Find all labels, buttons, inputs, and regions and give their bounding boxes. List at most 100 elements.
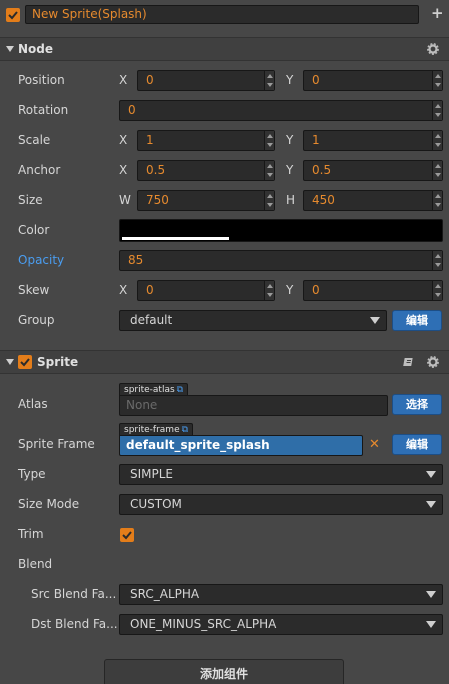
rotation-label: Rotation [18, 103, 69, 117]
scale-y-input[interactable]: 1 [303, 130, 443, 151]
blend-label: Blend [18, 557, 53, 571]
src-blend-label: Src Blend Fa... [31, 587, 117, 601]
opacity-label: Opacity [18, 253, 65, 267]
color-swatch[interactable] [119, 219, 443, 242]
position-y-spinner[interactable] [432, 71, 442, 90]
rotation-input[interactable]: 0 [119, 100, 443, 121]
add-component-button[interactable]: 添加组件 [104, 659, 344, 684]
size-mode-value: CUSTOM [130, 497, 182, 511]
position-label: Position [18, 73, 65, 87]
size-w-spinner[interactable] [264, 191, 274, 210]
sprite-enabled-checkbox[interactable] [18, 355, 32, 369]
external-link-icon[interactable]: ⧉ [182, 425, 188, 435]
group-select[interactable]: default [119, 310, 387, 331]
node-name-input[interactable]: New Sprite(Splash) [25, 5, 419, 24]
sprite-section-title: Sprite [37, 355, 79, 369]
size-w-value: 750 [146, 193, 169, 207]
skew-label: Skew [18, 283, 50, 297]
skew-y-label: Y [286, 283, 294, 297]
trim-checkbox[interactable] [120, 528, 134, 542]
collapse-triangle-icon[interactable] [6, 46, 14, 52]
type-select[interactable]: SIMPLE [119, 464, 443, 485]
anchor-label: Anchor [18, 163, 61, 177]
type-value: SIMPLE [130, 467, 174, 481]
anchor-y-spinner[interactable] [432, 161, 442, 180]
position-x-input[interactable]: 0 [137, 70, 275, 91]
anchor-y-input[interactable]: 0.5 [303, 160, 443, 181]
gear-icon[interactable] [427, 43, 439, 55]
rotation-spinner[interactable] [432, 101, 442, 120]
scale-label: Scale [18, 133, 51, 147]
position-x-label: X [119, 73, 128, 87]
atlas-asset-field[interactable]: sprite-atlas ⧉ None [119, 383, 388, 417]
opacity-input[interactable]: 85 [119, 250, 443, 271]
collapse-triangle-icon[interactable] [6, 359, 14, 365]
dropdown-arrow-icon [426, 471, 436, 478]
sprite-frame-edit-button[interactable]: 编辑 [392, 434, 442, 455]
size-h-spinner[interactable] [432, 191, 442, 210]
position-y-label: Y [286, 73, 294, 87]
skew-y-input[interactable]: 0 [303, 280, 443, 301]
checkmark-icon [8, 11, 18, 20]
anchor-y-value: 0.5 [312, 163, 332, 177]
book-icon[interactable] [403, 356, 415, 368]
group-value: default [130, 313, 173, 327]
external-link-icon[interactable]: ⧉ [177, 385, 183, 395]
position-x-value: 0 [146, 73, 154, 87]
clear-icon[interactable]: ✕ [369, 437, 380, 452]
dropdown-arrow-icon [426, 621, 436, 628]
checkmark-icon [20, 358, 30, 367]
anchor-x-input[interactable]: 0.5 [137, 160, 275, 181]
size-h-input[interactable]: 450 [303, 190, 443, 211]
src-blend-select[interactable]: SRC_ALPHA [119, 584, 443, 605]
atlas-label: Atlas [18, 397, 48, 411]
sprite-frame-value: default_sprite_splash [126, 438, 270, 452]
dst-blend-label: Dst Blend Fa... [31, 617, 118, 631]
atlas-select-button[interactable]: 选择 [392, 394, 442, 415]
scale-y-value: 1 [312, 133, 320, 147]
add-icon[interactable]: + [431, 6, 444, 21]
anchor-y-label: Y [286, 163, 294, 177]
node-section-header[interactable]: Node [0, 37, 449, 61]
size-w-input[interactable]: 750 [137, 190, 275, 211]
gear-icon[interactable] [427, 356, 439, 368]
scale-x-input[interactable]: 1 [137, 130, 275, 151]
src-blend-value: SRC_ALPHA [130, 587, 200, 601]
scale-x-value: 1 [146, 133, 154, 147]
rotation-value: 0 [128, 103, 136, 117]
sprite-frame-value-field[interactable]: default_sprite_splash [119, 435, 363, 456]
sprite-section-header[interactable]: Sprite [0, 350, 449, 374]
anchor-x-label: X [119, 163, 128, 177]
skew-x-label: X [119, 283, 128, 297]
skew-x-spinner[interactable] [264, 281, 274, 300]
scale-y-spinner[interactable] [432, 131, 442, 150]
node-active-checkbox[interactable] [6, 8, 20, 22]
group-label: Group [18, 313, 55, 327]
dropdown-arrow-icon [426, 501, 436, 508]
size-h-value: 450 [312, 193, 335, 207]
skew-y-spinner[interactable] [432, 281, 442, 300]
position-y-value: 0 [312, 73, 320, 87]
sprite-frame-label: Sprite Frame [18, 437, 95, 451]
opacity-spinner[interactable] [432, 251, 442, 270]
anchor-x-spinner[interactable] [264, 161, 274, 180]
size-mode-label: Size Mode [18, 497, 80, 511]
opacity-value: 85 [128, 253, 144, 267]
position-x-spinner[interactable] [264, 71, 274, 90]
group-edit-button[interactable]: 编辑 [392, 310, 442, 331]
scale-y-label: Y [286, 133, 294, 147]
size-h-label: H [286, 193, 296, 207]
skew-y-value: 0 [312, 283, 320, 297]
dst-blend-select[interactable]: ONE_MINUS_SRC_ALPHA [119, 614, 443, 635]
node-section-title: Node [18, 42, 54, 56]
position-y-input[interactable]: 0 [303, 70, 443, 91]
scale-x-spinner[interactable] [264, 131, 274, 150]
color-alpha-bar [122, 237, 229, 240]
skew-x-input[interactable]: 0 [137, 280, 275, 301]
scale-x-label: X [119, 133, 128, 147]
atlas-value-field[interactable]: None [119, 395, 388, 416]
size-mode-select[interactable]: CUSTOM [119, 494, 443, 515]
anchor-x-value: 0.5 [146, 163, 166, 177]
sprite-frame-asset-field[interactable]: sprite-frame ⧉ default_sprite_splash ✕ [119, 423, 388, 457]
sprite-frame-tag-label: sprite-frame [124, 425, 180, 435]
